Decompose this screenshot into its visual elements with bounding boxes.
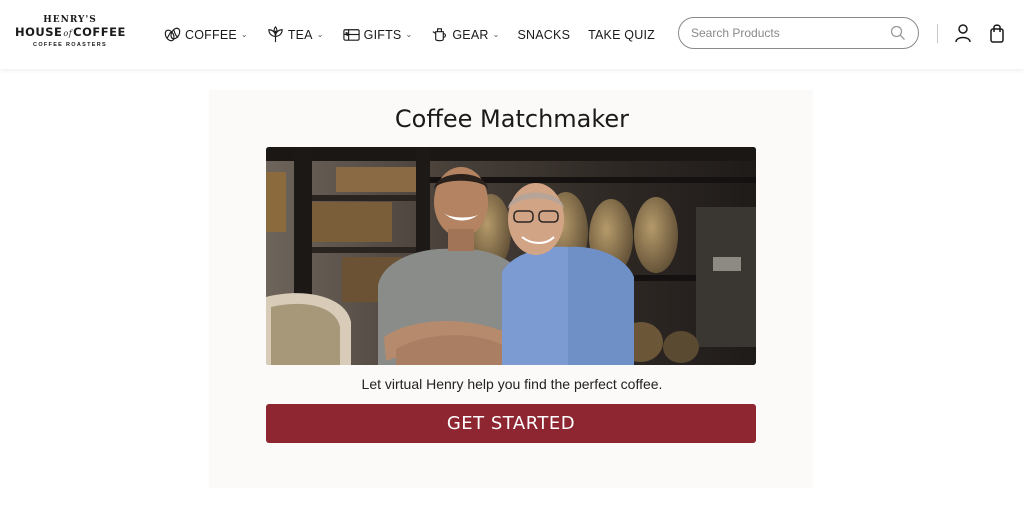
nav-label-gifts: GIFTS	[363, 27, 402, 42]
chevron-down-icon: ⌄	[492, 30, 500, 39]
chevron-down-icon: ⌄	[240, 30, 248, 39]
search-icon[interactable]	[890, 25, 906, 41]
main-nav: COFFEE ⌄ TEA ⌄ GIFTS ⌄ GEAR ⌄ SNACKS TAK…	[163, 0, 673, 69]
tagline-text: Let virtual Henry help you find the perf…	[361, 376, 663, 392]
chevron-down-icon: ⌄	[405, 30, 413, 39]
nav-label-take-quiz: TAKE QUIZ	[588, 27, 655, 42]
site-header: HENRY'S HOUSEofCOFFEE COFFEE ROASTERS CO…	[0, 0, 1024, 69]
logo-top-text: HENRY'S	[43, 15, 97, 25]
nav-item-gear[interactable]: GEAR ⌄	[430, 25, 499, 44]
nav-item-take-quiz[interactable]: TAKE QUIZ	[588, 28, 655, 42]
nav-label-tea: TEA	[287, 27, 313, 42]
hero-photo	[266, 147, 756, 365]
search-box	[678, 17, 919, 49]
gift-card-icon	[342, 25, 361, 44]
nav-item-snacks[interactable]: SNACKS	[518, 28, 571, 42]
nav-item-coffee[interactable]: COFFEE ⌄	[163, 25, 248, 44]
coffee-bean-icon	[163, 25, 182, 44]
teapot-icon	[430, 25, 449, 44]
nav-label-coffee: COFFEE	[185, 27, 237, 42]
tea-leaf-icon	[266, 25, 285, 44]
nav-label-snacks: SNACKS	[517, 27, 571, 42]
page-title: Coffee Matchmaker	[394, 105, 630, 133]
logo-of: of	[63, 29, 73, 38]
logo-main-text: HOUSEofCOFFEE	[15, 25, 125, 41]
header-divider	[937, 24, 938, 43]
nav-item-gifts[interactable]: GIFTS ⌄	[342, 25, 413, 44]
logo-house: HOUSE	[15, 25, 63, 39]
nav-label-gear: GEAR	[452, 27, 489, 42]
nav-item-tea[interactable]: TEA ⌄	[266, 25, 324, 44]
shopping-bag-icon[interactable]	[989, 23, 1005, 43]
chevron-down-icon: ⌄	[316, 30, 324, 39]
account-icon[interactable]	[954, 23, 972, 43]
get-started-button[interactable]: GET STARTED	[266, 404, 756, 443]
logo-sub-text: COFFEE ROASTERS	[33, 42, 107, 48]
logo-coffee: COFFEE	[73, 25, 126, 39]
brand-logo[interactable]: HENRY'S HOUSEofCOFFEE COFFEE ROASTERS	[15, 15, 125, 53]
search-input[interactable]	[691, 26, 881, 40]
